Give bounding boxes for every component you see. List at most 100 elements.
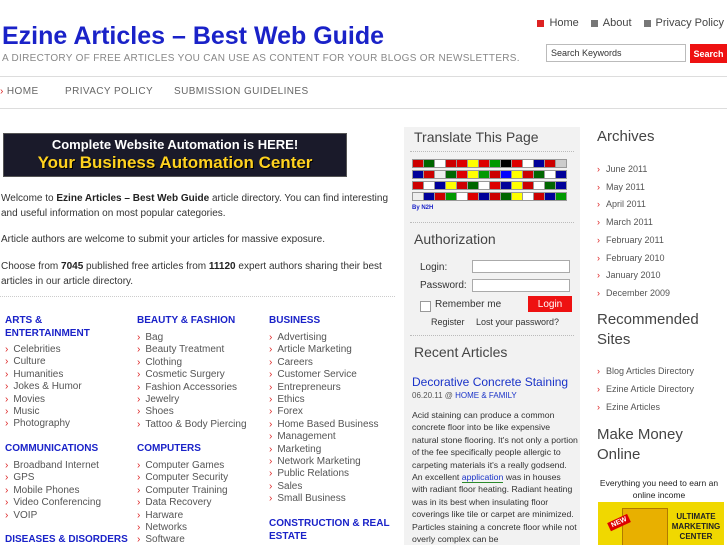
top-link-home[interactable]: Home <box>537 17 579 29</box>
archive-link[interactable]: May 2011 <box>597 179 670 197</box>
recommended-link[interactable]: Blog Articles Directory <box>597 362 694 380</box>
category-link[interactable]: Home Based Business <box>269 419 378 431</box>
category-link[interactable]: Small Business <box>269 493 379 505</box>
category-beauty-heading[interactable]: BEAUTY & FASHION <box>137 314 235 327</box>
intro-welcome-a: Welcome to <box>1 193 57 204</box>
flag-icon[interactable] <box>555 170 567 179</box>
category-link[interactable]: Video Conferencing <box>5 497 101 509</box>
article-count: 7045 <box>61 261 84 272</box>
divider <box>410 222 574 223</box>
search-input[interactable] <box>546 44 686 62</box>
category-link[interactable]: Forex <box>269 406 379 418</box>
recent-post-title[interactable]: Decorative Concrete Staining <box>412 375 568 389</box>
category-link[interactable]: Sales <box>269 481 379 493</box>
post-meta-separator: @ <box>442 391 456 400</box>
category-link[interactable]: Tattoo & Body Piercing <box>137 419 246 431</box>
top-link-about[interactable]: About <box>590 17 632 29</box>
category-link[interactable]: Careers <box>269 357 379 369</box>
category-link[interactable]: Jokes & Humor <box>5 381 81 393</box>
category-link[interactable]: Ethics <box>269 394 379 406</box>
category-link[interactable]: Humanities <box>5 369 82 381</box>
flag-icon[interactable] <box>555 181 567 190</box>
category-link[interactable]: Network Marketing <box>269 456 379 468</box>
archive-link[interactable]: February 2010 <box>597 250 670 268</box>
category-link[interactable]: Advertising <box>269 332 379 344</box>
category-construction-heading[interactable]: CONSTRUCTION & REAL ESTATE <box>269 517 394 543</box>
category-link[interactable]: Public Relations <box>269 468 379 480</box>
category-link[interactable]: Data Recovery <box>137 497 228 509</box>
archive-link[interactable]: January 2010 <box>597 267 670 285</box>
archive-link[interactable]: December 2009 <box>597 285 670 303</box>
register-link[interactable]: Register <box>431 317 465 327</box>
category-link[interactable]: Computer Games <box>137 460 228 472</box>
ad-line-2: MARKETING <box>671 522 721 531</box>
password-label: Password: <box>420 280 467 291</box>
category-link[interactable]: Music <box>5 406 82 418</box>
category-business-list: Advertising Article Marketing Careers Cu… <box>269 332 379 506</box>
remember-me-checkbox[interactable] <box>420 301 431 312</box>
category-link[interactable]: Customer Service <box>269 369 379 381</box>
automation-banner[interactable]: Complete Website Automation is HERE! You… <box>3 133 347 177</box>
category-link[interactable]: Entrepreneurs <box>269 382 379 394</box>
nav-home[interactable]: › HOME <box>0 86 39 97</box>
archive-link[interactable]: June 2011 <box>597 161 670 179</box>
make-money-text: Everything you need to earn an online in… <box>599 478 719 500</box>
flag-icon[interactable] <box>555 159 567 168</box>
login-input[interactable] <box>472 260 570 273</box>
category-link[interactable]: Marketing <box>269 444 379 456</box>
category-link[interactable]: Article Marketing <box>269 344 379 356</box>
category-link[interactable]: Jewelry <box>137 394 247 406</box>
category-link[interactable]: Mobile Phones <box>5 485 101 497</box>
login-button[interactable]: Login <box>528 296 572 312</box>
category-link[interactable]: Computer Security <box>137 472 228 484</box>
category-link[interactable]: Harware <box>137 510 228 522</box>
lost-password-link[interactable]: Lost your password? <box>476 317 559 327</box>
by-n2h-link[interactable]: By N2H <box>412 205 433 211</box>
category-link[interactable]: Culture <box>5 356 82 368</box>
category-link[interactable]: Cosmetic Surgery <box>137 369 247 381</box>
archive-link[interactable]: February 2011 <box>597 232 670 250</box>
category-link[interactable]: Photography <box>5 418 82 430</box>
category-communications-heading[interactable]: COMMUNICATIONS <box>5 442 98 455</box>
excerpt-link[interactable]: application <box>461 472 504 484</box>
category-computers-heading[interactable]: COMPUTERS <box>137 442 201 455</box>
recommended-link[interactable]: Ezine Article Directory <box>597 380 694 398</box>
category-link[interactable]: Clothing <box>137 357 247 369</box>
ad-line-3: CENTER <box>679 532 713 541</box>
author-count: 11120 <box>208 261 236 272</box>
top-link-privacy[interactable]: Privacy Policy <box>643 17 724 29</box>
category-arts-list: Celebrities Culture Humanities Jokes & H… <box>5 344 82 431</box>
site-title[interactable]: Ezine Articles – Best Web Guide <box>2 22 384 51</box>
category-diseases-heading[interactable]: DISEASES & DISORDERS <box>5 533 128 546</box>
intro-welcome: Welcome to Ezine Articles – Best Web Gui… <box>1 191 397 221</box>
category-link[interactable]: Networks <box>137 522 228 534</box>
post-date: 06.20.11 <box>412 391 443 400</box>
archive-link[interactable]: March 2011 <box>597 214 670 232</box>
marketing-center-ad[interactable]: NEW ULTIMATE MARKETING CENTER <box>598 502 724 545</box>
category-link[interactable]: Bag <box>137 332 247 344</box>
recommended-link[interactable]: Ezine Articles <box>597 398 694 416</box>
category-link[interactable]: Computer Training <box>137 485 228 497</box>
recent-post-meta: 06.20.11 @ HOME & FAMILY <box>412 391 517 400</box>
password-input[interactable] <box>472 279 570 292</box>
translation-flags <box>412 159 572 201</box>
category-link[interactable]: GPS <box>5 472 101 484</box>
category-link[interactable]: VOIP <box>5 510 101 522</box>
archive-link[interactable]: April 2011 <box>597 196 670 214</box>
post-category-link[interactable]: HOME & FAMILY <box>455 391 517 400</box>
category-link[interactable]: Celebrities <box>5 344 82 356</box>
category-link[interactable]: Shoes <box>137 406 247 418</box>
nav-submission-guidelines[interactable]: SUBMISSION GUIDELINES <box>174 86 309 97</box>
category-link[interactable]: Movies <box>5 394 82 406</box>
flag-icon[interactable] <box>555 192 567 201</box>
category-link[interactable]: Broadband Internet <box>5 460 101 472</box>
category-link[interactable]: Management <box>269 431 379 443</box>
nav-privacy-policy[interactable]: PRIVACY POLICY <box>65 86 153 97</box>
category-link[interactable]: Beauty Treatment <box>137 344 247 356</box>
search-button[interactable]: Search <box>690 44 727 63</box>
divider <box>410 335 574 336</box>
top-link-privacy-label: Privacy Policy <box>655 17 724 29</box>
category-arts-heading[interactable]: ARTS & ENTERTAINMENT <box>5 314 115 340</box>
category-link[interactable]: Fashion Accessories <box>137 382 247 394</box>
category-business-heading[interactable]: BUSINESS <box>269 314 320 327</box>
